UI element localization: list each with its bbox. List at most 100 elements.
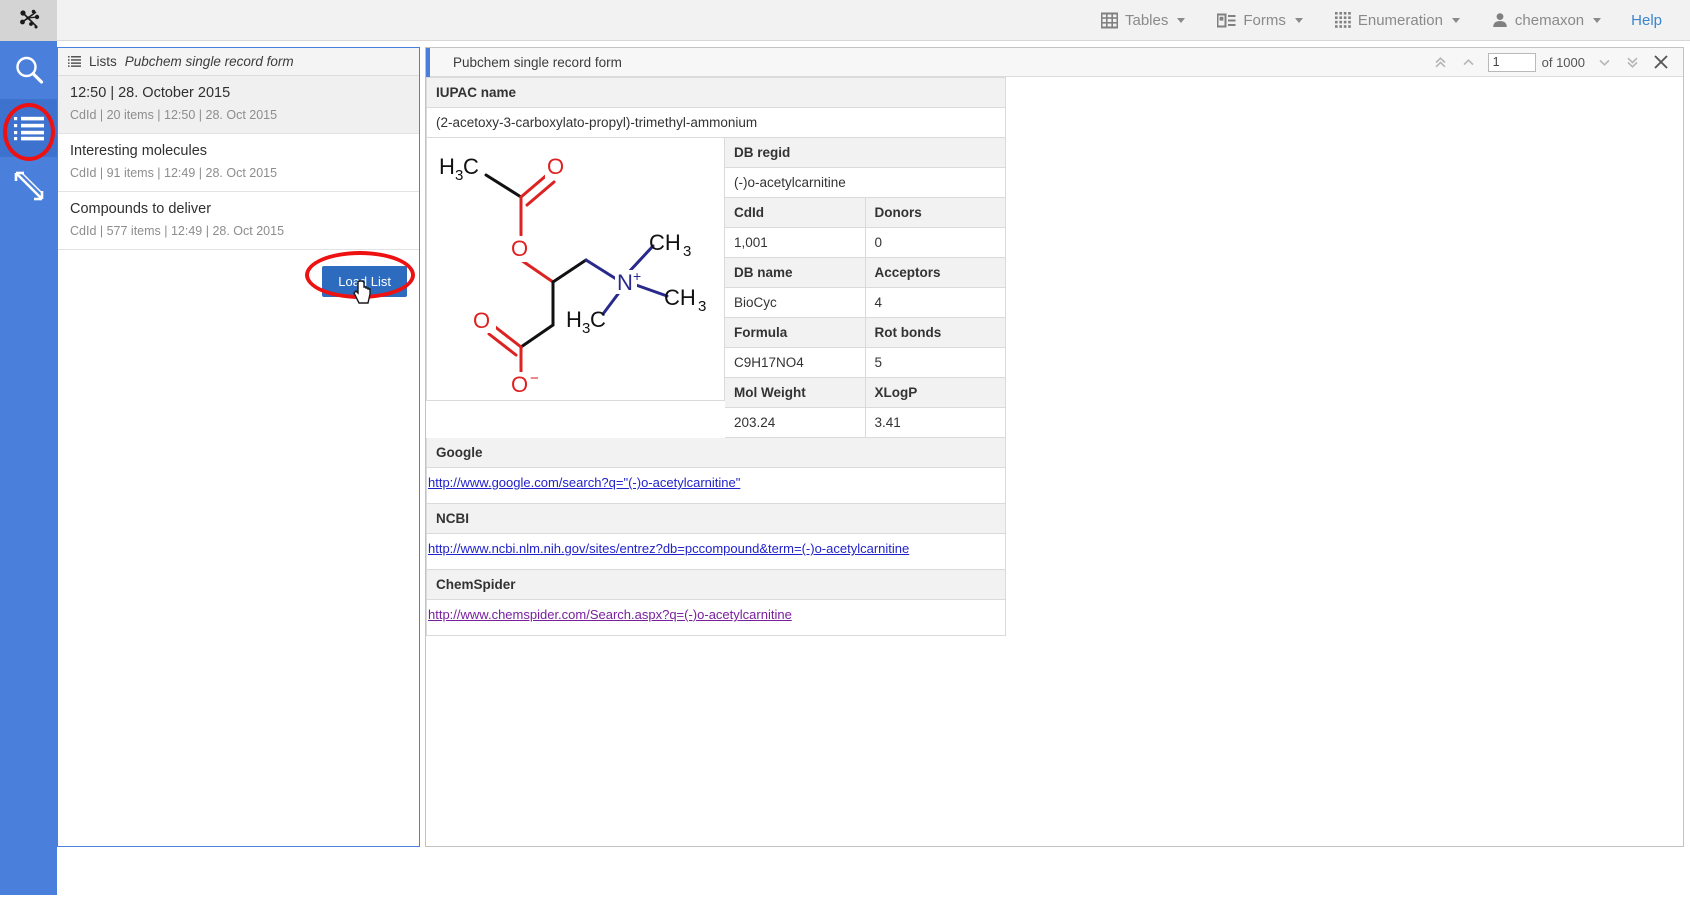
donors-value: 0: [866, 228, 1007, 258]
menu-enumeration[interactable]: Enumeration: [1319, 0, 1476, 41]
rail-item-lists[interactable]: [0, 99, 57, 157]
chemspider-link-cell: http://www.chemspider.com/Search.aspx?q=…: [426, 600, 1006, 636]
help-link[interactable]: Help: [1617, 12, 1676, 29]
svg-text:3: 3: [698, 298, 706, 315]
list-item-meta: CdId | 91 items | 12:49 | 28. Oct 2015: [70, 166, 407, 180]
form-title: Pubchem single record form: [430, 55, 622, 70]
field-row-molweight-xlogp-value: 203.24 3.41: [725, 408, 1006, 438]
molecule-structure-cell[interactable]: H 3 C O O N: [426, 138, 725, 401]
field-row-cdid-donors-value: 1,001 0: [725, 228, 1006, 258]
record-field-grid: IUPAC name (2-acetoxy-3-carboxylato-prop…: [426, 77, 1006, 636]
ncbi-label: NCBI: [426, 504, 1006, 534]
molecule-structure-acetylcarnitine: H 3 C O O N: [431, 142, 721, 397]
menu-tables[interactable]: Tables: [1085, 0, 1201, 41]
rail-item-resize[interactable]: [0, 157, 57, 215]
dots-grid-icon: [1335, 12, 1351, 28]
cdid-label: CdId: [725, 198, 866, 228]
lists-panel-subtitle: Pubchem single record form: [125, 54, 294, 69]
topbar-menu: Tables Forms: [1085, 0, 1690, 41]
field-row-formula-rotbonds-value: C9H17NO4 5: [725, 348, 1006, 378]
google-link-cell: http://www.google.com/search?q="(-)o-ace…: [426, 468, 1006, 504]
field-row-google-link: http://www.google.com/search?q="(-)o-ace…: [426, 468, 1006, 504]
chevron-up-icon: [1461, 55, 1476, 70]
db-regid-value: (-)o-acetylcarnitine: [725, 168, 1006, 198]
svg-text:C: C: [590, 307, 606, 332]
svg-text:O: O: [547, 154, 564, 179]
menu-enumeration-label: Enumeration: [1358, 12, 1443, 29]
properties-table: DB regid (-)o-acetylcarnitine CdId Donor…: [725, 138, 1006, 438]
menu-forms-label: Forms: [1243, 12, 1286, 29]
bottom-strip: [0, 895, 1690, 918]
formula-value: C9H17NO4: [725, 348, 866, 378]
menu-forms[interactable]: Forms: [1201, 0, 1319, 41]
chevron-down-icon: [1593, 18, 1601, 23]
form-close-button[interactable]: [1647, 49, 1675, 75]
chevron-down-icon: [1295, 18, 1303, 23]
pager-total-label: of 1000: [1542, 55, 1585, 70]
double-chevron-up-icon: [1433, 55, 1448, 70]
menu-tables-label: Tables: [1125, 12, 1168, 29]
top-navigation-bar: Tables Forms: [0, 0, 1690, 41]
formula-label: Formula: [725, 318, 866, 348]
list-lines-icon: [68, 56, 81, 67]
list-item[interactable]: Interesting molecules CdId | 91 items | …: [58, 134, 419, 192]
pager-next-button[interactable]: [1591, 49, 1617, 75]
xlogp-value: 3.41: [866, 408, 1007, 438]
list-item[interactable]: Compounds to deliver CdId | 577 items | …: [58, 192, 419, 250]
cdid-value: 1,001: [725, 228, 866, 258]
svg-text:CH: CH: [649, 230, 681, 255]
svg-text:C: C: [463, 154, 479, 179]
field-row-ncbi-label: NCBI: [426, 504, 1006, 534]
menu-user-account[interactable]: chemaxon: [1476, 0, 1617, 41]
google-link[interactable]: http://www.google.com/search?q="(-)o-ace…: [428, 475, 740, 490]
double-chevron-down-icon: [1625, 55, 1640, 70]
field-row-molweight-xlogp-label: Mol Weight XLogP: [725, 378, 1006, 408]
pager-last-button[interactable]: [1619, 49, 1645, 75]
iupac-name-label: IUPAC name: [426, 77, 1006, 108]
field-row-iupac-label: IUPAC name: [426, 77, 1006, 108]
lists-panel-title: Lists: [89, 54, 117, 69]
pager-page-input[interactable]: [1488, 53, 1536, 72]
field-row-cdid-donors-label: CdId Donors: [725, 198, 1006, 228]
field-row-chemspider-link: http://www.chemspider.com/Search.aspx?q=…: [426, 600, 1006, 636]
chevron-down-icon: [1177, 18, 1185, 23]
donors-label: Donors: [866, 198, 1007, 228]
lists-panel: Lists Pubchem single record form 12:50 |…: [57, 47, 420, 847]
ncbi-link[interactable]: http://www.ncbi.nlm.nih.gov/sites/entrez…: [428, 541, 909, 556]
load-list-row: Load List: [58, 250, 419, 297]
load-list-button[interactable]: Load List: [322, 266, 407, 297]
list-item-meta: CdId | 577 items | 12:49 | 28. Oct 2015: [70, 224, 407, 238]
svg-text:O: O: [511, 236, 528, 261]
app-logo[interactable]: [0, 0, 57, 41]
structure-and-properties-row: H 3 C O O N: [426, 138, 1006, 438]
rail-item-search[interactable]: [0, 41, 57, 99]
rot-bonds-label: Rot bonds: [866, 318, 1007, 348]
iupac-name-value: (2-acetoxy-3-carboxylato-propyl)-trimeth…: [426, 108, 1006, 138]
chemspider-link[interactable]: http://www.chemspider.com/Search.aspx?q=…: [428, 607, 792, 622]
lists-container: 12:50 | 28. October 2015 CdId | 20 items…: [58, 76, 419, 250]
menu-user-label: chemaxon: [1515, 12, 1584, 29]
chemspider-label: ChemSpider: [426, 570, 1006, 600]
svg-text:O: O: [511, 372, 528, 397]
diagonal-arrow-icon: [14, 171, 44, 201]
pager-first-button[interactable]: [1428, 49, 1454, 75]
list-item[interactable]: 12:50 | 28. October 2015 CdId | 20 items…: [58, 76, 419, 134]
record-form-body: IUPAC name (2-acetoxy-3-carboxylato-prop…: [426, 77, 1683, 636]
ncbi-link-cell: http://www.ncbi.nlm.nih.gov/sites/entrez…: [426, 534, 1006, 570]
forms-layout-icon: [1217, 13, 1236, 28]
mol-weight-value: 203.24: [725, 408, 866, 438]
db-name-value: BioCyc: [725, 288, 866, 318]
pager-prev-button[interactable]: [1456, 49, 1482, 75]
chemaxon-logo-icon: [16, 7, 42, 33]
svg-text:H: H: [439, 154, 455, 179]
field-row-dbname-acceptors-label: DB name Acceptors: [725, 258, 1006, 288]
svg-text:O: O: [473, 308, 490, 333]
svg-text:+: +: [633, 268, 641, 284]
svg-text:N: N: [617, 270, 633, 295]
lists-panel-header: Lists Pubchem single record form: [58, 48, 419, 76]
close-x-icon: [1653, 54, 1669, 70]
field-row-chemspider-label: ChemSpider: [426, 570, 1006, 600]
mol-weight-label: Mol Weight: [725, 378, 866, 408]
field-row-google-label: Google: [426, 438, 1006, 468]
record-form-header: Pubchem single record form of 1000: [426, 48, 1683, 77]
